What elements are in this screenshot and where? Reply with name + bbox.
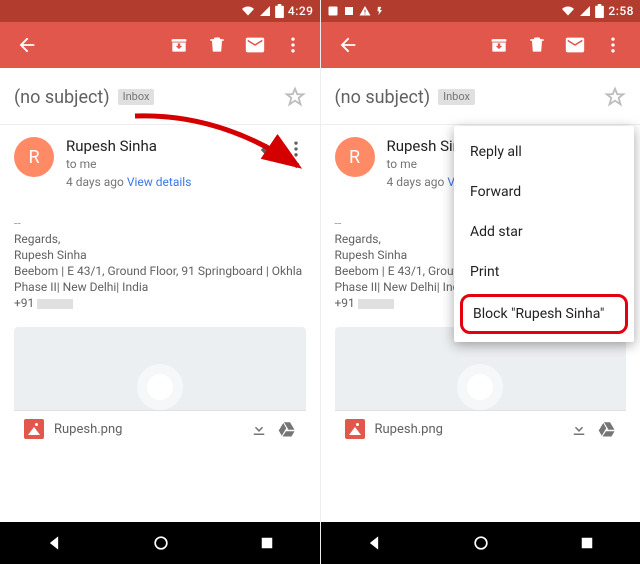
redacted: [37, 299, 73, 309]
nav-recents[interactable]: [578, 534, 596, 552]
image-icon: [345, 419, 365, 439]
inbox-label[interactable]: Inbox: [438, 89, 475, 105]
sig-phone: +91: [335, 296, 355, 310]
email-body: -- Regards, Rupesh Sinha Beebom | E 43/1…: [0, 203, 320, 315]
delete-button[interactable]: [198, 26, 236, 64]
status-time: 2:58: [608, 4, 634, 18]
phone-left: 4:29 (no subject) Inbox R Rupesh Sinha t…: [0, 0, 320, 564]
menu-block-sender[interactable]: Block "Rupesh Sinha": [460, 294, 628, 334]
menu-add-star[interactable]: Add star: [454, 212, 634, 252]
redacted: [358, 299, 394, 309]
attachment-name: Rupesh.png: [54, 422, 240, 437]
mark-unread-button[interactable]: [236, 26, 274, 64]
view-details-link[interactable]: View details: [127, 175, 192, 189]
sender-row: R Rupesh Sinha to me 4 days ago View det…: [0, 125, 320, 203]
sig-address: Beebom | E 43/1, Ground Floor, 91 Spring…: [14, 263, 306, 295]
subject-title: (no subject): [335, 87, 431, 108]
image-status-icon: [343, 5, 355, 17]
back-button[interactable]: [8, 26, 46, 64]
star-button[interactable]: [284, 86, 306, 108]
signal-icon: [579, 5, 591, 17]
nav-recents[interactable]: [258, 534, 276, 552]
sent-ago: 4 days ago: [66, 175, 124, 189]
battery-icon: [275, 4, 284, 18]
delete-button[interactable]: [518, 26, 556, 64]
menu-print[interactable]: Print: [454, 252, 634, 292]
archive-button[interactable]: [480, 26, 518, 64]
notif-icon: [327, 5, 339, 17]
star-button[interactable]: [604, 86, 626, 108]
sig-dash: --: [14, 215, 306, 231]
status-bar: 4:29: [0, 0, 320, 22]
menu-reply-all[interactable]: Reply all: [454, 132, 634, 172]
nav-bar: [0, 522, 320, 564]
mark-unread-button[interactable]: [556, 26, 594, 64]
battery-icon: [595, 4, 604, 18]
message-overflow-menu: Reply all Forward Add star Print Block "…: [454, 126, 634, 342]
wifi-icon: [561, 5, 575, 17]
avatar[interactable]: R: [335, 137, 375, 177]
archive-button[interactable]: [160, 26, 198, 64]
subject-title: (no subject): [14, 87, 110, 108]
inbox-label[interactable]: Inbox: [118, 89, 155, 105]
attachment-card[interactable]: Rupesh.png: [14, 327, 306, 447]
nav-back[interactable]: [44, 533, 64, 553]
overflow-button[interactable]: [274, 26, 312, 64]
app-bar: [0, 22, 320, 68]
nav-home[interactable]: [471, 533, 491, 553]
drive-icon[interactable]: [598, 420, 616, 438]
nav-back[interactable]: [364, 533, 384, 553]
subject-row: (no subject) Inbox: [0, 68, 320, 116]
overflow-button[interactable]: [594, 26, 632, 64]
back-button[interactable]: [329, 26, 367, 64]
subject-row: (no subject) Inbox: [321, 68, 640, 116]
app-bar: [321, 22, 640, 68]
image-icon: [24, 419, 44, 439]
menu-forward[interactable]: Forward: [454, 172, 634, 212]
sender-name: Rupesh Sinha: [66, 137, 246, 155]
sig-phone: +91: [14, 296, 34, 310]
nav-bar: [321, 522, 640, 564]
signal-icon: [259, 5, 271, 17]
wifi-icon: [241, 5, 255, 17]
download-icon[interactable]: [570, 420, 588, 438]
reply-button[interactable]: [258, 139, 280, 161]
download-icon[interactable]: [250, 420, 268, 438]
sender-to: to me: [66, 155, 246, 173]
sig-regards: Regards,: [14, 231, 306, 247]
status-time: 4:29: [288, 4, 314, 18]
nav-home[interactable]: [151, 533, 171, 553]
message-overflow-button[interactable]: [286, 139, 306, 159]
attachment-card[interactable]: Rupesh.png: [335, 327, 627, 447]
bolt-icon: [375, 5, 385, 17]
avatar[interactable]: R: [14, 137, 54, 177]
warn-icon: [359, 5, 371, 17]
sent-ago: 4 days ago: [387, 175, 445, 189]
drive-icon[interactable]: [278, 420, 296, 438]
phone-right: 2:58 (no subject) Inbox R Rupesh Sinha t…: [320, 0, 640, 564]
attachment-name: Rupesh.png: [375, 422, 561, 437]
sig-name: Rupesh Sinha: [14, 247, 306, 263]
status-bar: 2:58: [321, 0, 640, 22]
